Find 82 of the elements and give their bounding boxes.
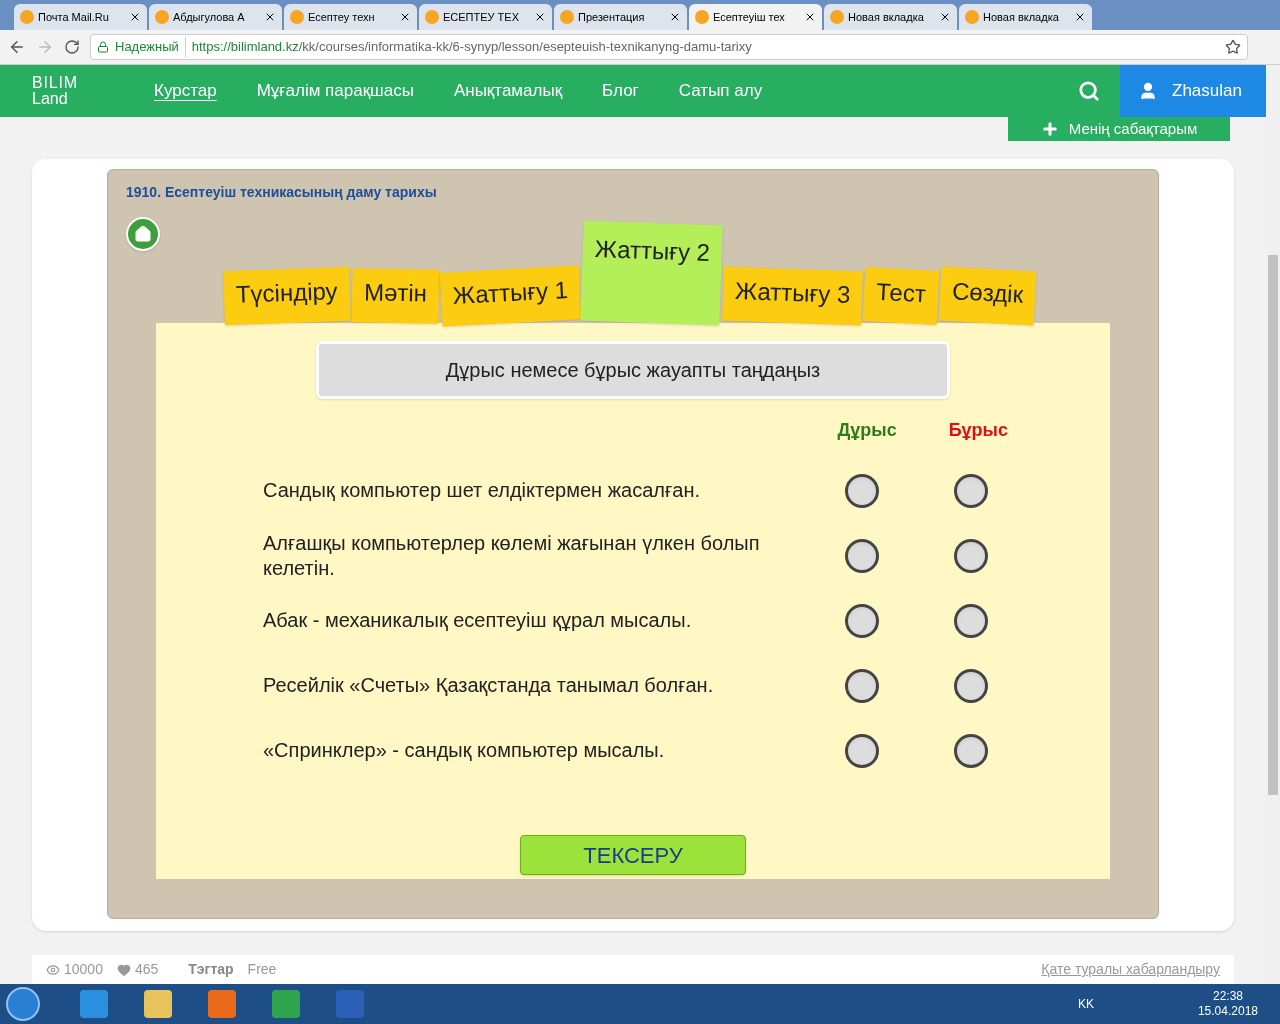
browser-tab[interactable]: Новая вкладка <box>959 4 1092 30</box>
radio-button[interactable] <box>954 603 988 638</box>
plus-icon <box>1040 120 1059 138</box>
close-icon[interactable] <box>264 11 276 23</box>
tags-label: Тэгтар <box>188 960 234 979</box>
close-icon[interactable] <box>1074 11 1086 23</box>
back-icon[interactable] <box>8 38 26 56</box>
home-button[interactable] <box>126 217 160 251</box>
close-icon[interactable] <box>129 11 141 23</box>
section-tab[interactable]: Тест <box>863 267 940 325</box>
browser-tab[interactable]: Презентация <box>554 4 687 30</box>
close-icon[interactable] <box>534 11 546 23</box>
question-text: «Спринклер» - сандық компьютер мысалы. <box>263 738 666 763</box>
likes-count: 465 <box>134 960 159 979</box>
true-column-header: Дұрыс <box>837 419 897 442</box>
browser-tab[interactable]: Новая вкладка <box>824 4 957 30</box>
clock-time: 22:38 <box>1212 989 1243 1004</box>
section-tab[interactable]: Түсіндіру <box>223 266 351 326</box>
tab-favicon-icon <box>560 10 574 24</box>
tab-favicon-icon <box>155 10 169 24</box>
user-icon <box>1138 81 1158 101</box>
question-text: Алғашқы компьютерлер көлемі жағынан үлкен болып келетін. <box>263 530 761 581</box>
tab-favicon-icon <box>425 10 439 24</box>
section-tab[interactable]: Жаттығу 1 <box>439 265 582 327</box>
tab-favicon-icon <box>965 10 979 24</box>
section-tab[interactable]: Сөздік <box>938 266 1037 326</box>
close-icon[interactable] <box>804 11 816 23</box>
radio-button[interactable] <box>954 668 988 703</box>
check-button[interactable]: ТЕКСЕРУ <box>520 835 746 875</box>
false-column-header: Бұрыс <box>948 419 1008 442</box>
heart-icon <box>116 962 131 977</box>
radio-button[interactable] <box>954 473 988 508</box>
close-icon[interactable] <box>669 11 681 23</box>
lesson-title: 1910. Есептеуіш техникасының даму тарихы <box>125 183 438 202</box>
radio-button[interactable] <box>845 668 879 703</box>
eye-icon <box>46 962 60 977</box>
user-button[interactable]: Zhasulan <box>1120 65 1266 117</box>
browser-tab[interactable]: Почта Mail.Ru <box>14 4 147 30</box>
tab-title: Есептеу техн <box>308 9 376 25</box>
question-text: Сандық компьютер шет елдіктермен жасалған. <box>263 478 701 503</box>
section-tab[interactable]: Жаттығу 3 <box>722 266 864 326</box>
section-tab[interactable]: Мәтін <box>351 268 440 324</box>
home-icon <box>134 225 152 243</box>
radio-button[interactable] <box>954 538 988 573</box>
section-tab[interactable]: Жаттығу 2 <box>580 220 723 326</box>
radio-button[interactable] <box>954 733 988 768</box>
url-text: https://bilimland.kz/kk/courses/informatika-kk/6-synyp/lesson/esepteuish-texnikanyng-damu-tarixy <box>191 38 753 57</box>
tab-title: Абдыгулова А <box>173 9 246 25</box>
tab-title: Почта Mail.Ru <box>38 9 110 25</box>
browser-tab[interactable]: Абдыгулова А <box>149 4 282 30</box>
tab-favicon-icon <box>695 10 709 24</box>
tab-favicon-icon <box>20 10 34 24</box>
tag-value: Free <box>247 960 277 979</box>
radio-button[interactable] <box>845 733 879 768</box>
close-icon[interactable] <box>399 11 411 23</box>
radio-button[interactable] <box>845 603 879 638</box>
lock-icon <box>97 41 109 53</box>
radio-button[interactable] <box>845 473 879 508</box>
close-icon[interactable] <box>939 11 951 23</box>
start-button[interactable] <box>6 987 40 1021</box>
question-text: Ресейлік «Счеты» Қазақстанда танымал болған. <box>263 673 715 698</box>
browser-tab[interactable]: ЕСЕПТЕУ ТЕХ <box>419 4 552 30</box>
tab-title: ЕСЕПТЕУ ТЕХ <box>443 9 521 25</box>
browser-tab[interactable]: Есептеуіш тех <box>689 4 822 30</box>
instruction-banner: Дұрыс немесе бұрыс жауапты таңдаңыз <box>316 341 950 399</box>
tab-title: Новая вкладка <box>848 9 925 25</box>
address-field[interactable]: Надежный https://bilimland.kz/kk/courses/informatika-kk/6-synyp/lesson/esepteuish-texnikanyng-damu-tarixy <box>90 34 1248 60</box>
radio-button[interactable] <box>845 538 879 573</box>
tab-favicon-icon <box>830 10 844 24</box>
tab-title: Есептеуіш тех <box>713 9 786 25</box>
question-text: Абак - механикалық есептеуіш құрал мысалы. <box>263 608 693 633</box>
views-count: 10000 <box>64 960 103 979</box>
language-indicator[interactable]: KK <box>1077 995 1094 1013</box>
browser-tab[interactable]: Есептеу техн <box>284 4 417 30</box>
reload-icon[interactable] <box>64 39 80 55</box>
clock-date: 15.04.2018 <box>1197 1004 1258 1019</box>
tab-title: Презентация <box>578 9 646 25</box>
tab-favicon-icon <box>290 10 304 24</box>
search-icon[interactable] <box>1078 80 1100 102</box>
bookmark-star-icon[interactable] <box>1225 39 1241 55</box>
tab-title: Новая вкладка <box>983 9 1060 25</box>
secure-label: Надежный <box>115 37 186 57</box>
